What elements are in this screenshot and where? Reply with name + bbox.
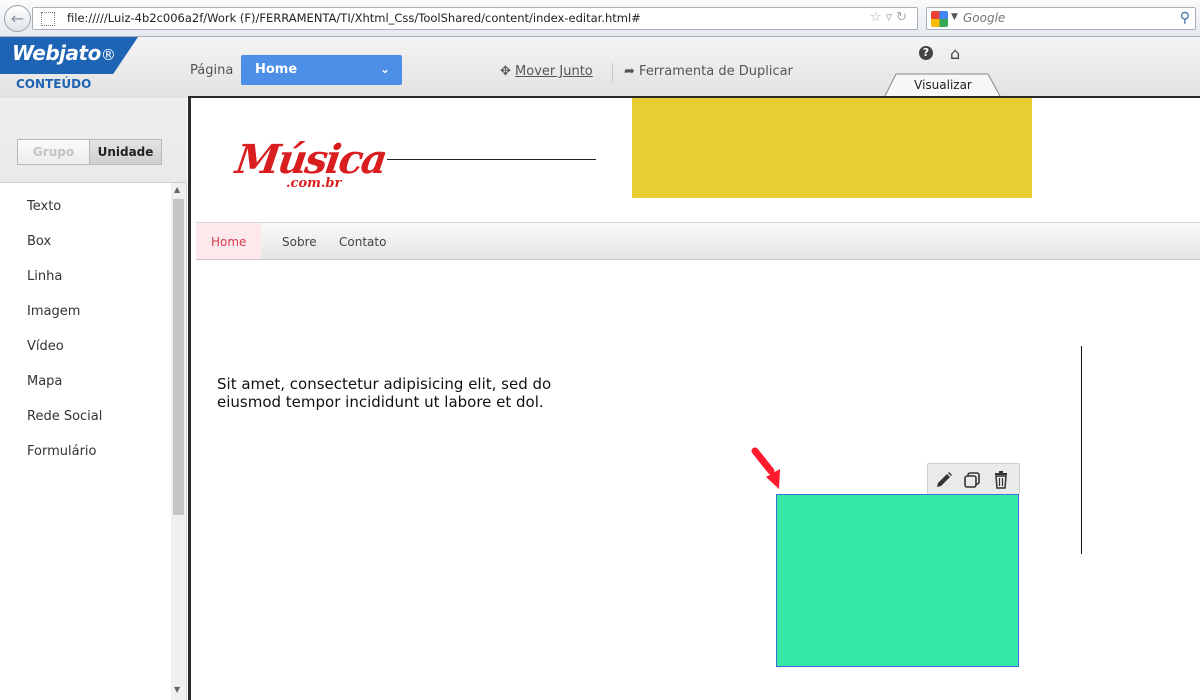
nav-contato[interactable]: Contato bbox=[339, 223, 386, 259]
tool-item-video[interactable]: Vídeo bbox=[27, 339, 102, 374]
tool-list: Texto Box Linha Imagem Vídeo Mapa Rede S… bbox=[27, 199, 102, 479]
logo-text: Webjato bbox=[12, 41, 101, 65]
reload-icon[interactable]: ↻ bbox=[896, 10, 911, 25]
segment-group[interactable]: Grupo bbox=[18, 140, 89, 164]
home-icon[interactable]: ⌂ bbox=[950, 44, 960, 63]
bookmark-star-icon[interactable]: ☆ bbox=[870, 10, 886, 25]
green-box-element[interactable] bbox=[776, 494, 1019, 667]
app-header: Webjato® CONTEÚDO Página Home ⌄ ✥ Mover … bbox=[0, 37, 1200, 99]
url-dropdown-icon[interactable]: ▿ bbox=[886, 10, 897, 25]
logo-registered-mark: ® bbox=[100, 46, 116, 64]
segment-unit[interactable]: Unidade bbox=[89, 140, 161, 164]
move-together-button[interactable]: ✥ Mover Junto bbox=[500, 64, 593, 79]
line-element[interactable] bbox=[387, 159, 596, 160]
browser-toolbar: ← file://///Luiz-4b2c006a2f/Work (F)/FER… bbox=[0, 0, 1200, 37]
share-arrow-icon: ➦ bbox=[624, 64, 635, 79]
site-logo-domain: .com.br bbox=[286, 176, 342, 191]
page-select-value: Home bbox=[255, 62, 298, 77]
back-arrow-icon: ← bbox=[10, 9, 25, 28]
vertical-line-element[interactable] bbox=[1081, 346, 1082, 554]
sidebar-scrollbar[interactable]: ▲ ▼ bbox=[171, 183, 186, 700]
trash-icon[interactable] bbox=[991, 470, 1011, 490]
search-placeholder[interactable]: Google bbox=[963, 11, 1005, 25]
search-engine-icon[interactable] bbox=[931, 11, 948, 27]
help-icon[interactable]: ? bbox=[919, 46, 933, 60]
search-bar[interactable]: ▼ Google ⚲ bbox=[926, 7, 1196, 30]
scroll-thumb[interactable] bbox=[173, 199, 184, 515]
back-button[interactable]: ← bbox=[4, 5, 31, 32]
webjato-logo: Webjato® bbox=[0, 37, 138, 74]
url-text[interactable]: file://///Luiz-4b2c006a2f/Work (F)/FERRA… bbox=[67, 11, 641, 25]
red-arrow-icon bbox=[751, 447, 780, 489]
duplicate-tool-button[interactable]: ➦ Ferramenta de Duplicar bbox=[624, 64, 793, 79]
move-together-label: Mover Junto bbox=[515, 64, 593, 79]
tool-item-rede-social[interactable]: Rede Social bbox=[27, 409, 102, 444]
search-icon[interactable]: ⚲ bbox=[1180, 10, 1190, 26]
scroll-up-arrow-icon[interactable]: ▲ bbox=[174, 185, 180, 194]
tool-item-imagem[interactable]: Imagem bbox=[27, 304, 102, 339]
page-select[interactable]: Home ⌄ bbox=[241, 55, 402, 85]
tool-item-formulario[interactable]: Formulário bbox=[27, 444, 102, 479]
duplicate-icon[interactable] bbox=[962, 470, 982, 490]
group-unit-toggle: Grupo Unidade bbox=[17, 139, 162, 165]
tool-item-texto[interactable]: Texto bbox=[27, 199, 102, 234]
scroll-down-arrow-icon[interactable]: ▼ bbox=[174, 685, 180, 694]
chevron-down-icon: ⌄ bbox=[379, 62, 390, 76]
url-actions: ☆▿↻ bbox=[870, 10, 911, 25]
nav-sobre[interactable]: Sobre bbox=[282, 223, 317, 259]
site-navbar: Home Sobre Contato bbox=[196, 222, 1200, 260]
nav-home[interactable]: Home bbox=[196, 223, 262, 259]
move-arrows-icon: ✥ bbox=[500, 64, 511, 79]
address-bar[interactable]: file://///Luiz-4b2c006a2f/Work (F)/FERRA… bbox=[32, 7, 918, 30]
view-tab-label: Visualizar bbox=[914, 78, 972, 92]
section-title: CONTEÚDO bbox=[16, 77, 92, 91]
pencil-icon[interactable] bbox=[934, 470, 954, 490]
yellow-box-element[interactable] bbox=[632, 98, 1032, 198]
text-line: eiusmod tempor incididunt ut labore et d… bbox=[217, 393, 544, 411]
divider bbox=[612, 63, 613, 83]
editor-canvas[interactable]: Música .com.br Home Sobre Contato Sit am… bbox=[188, 96, 1200, 700]
element-toolbar bbox=[927, 463, 1020, 495]
tool-item-mapa[interactable]: Mapa bbox=[27, 374, 102, 409]
duplicate-tool-label: Ferramenta de Duplicar bbox=[639, 64, 793, 79]
tools-sidebar: Grupo Unidade Texto Box Linha Imagem Víd… bbox=[0, 98, 187, 700]
tool-item-box[interactable]: Box bbox=[27, 234, 102, 269]
tool-item-linha[interactable]: Linha bbox=[27, 269, 102, 304]
text-line: Sit amet, consectetur adipisicing elit, … bbox=[217, 375, 552, 393]
sidebar-header: Grupo Unidade bbox=[0, 98, 187, 183]
search-engine-dropdown-icon[interactable]: ▼ bbox=[951, 12, 958, 22]
page-icon bbox=[41, 12, 55, 26]
page-label: Página bbox=[190, 63, 234, 78]
text-element[interactable]: Sit amet, consectetur adipisicing elit, … bbox=[217, 375, 577, 411]
